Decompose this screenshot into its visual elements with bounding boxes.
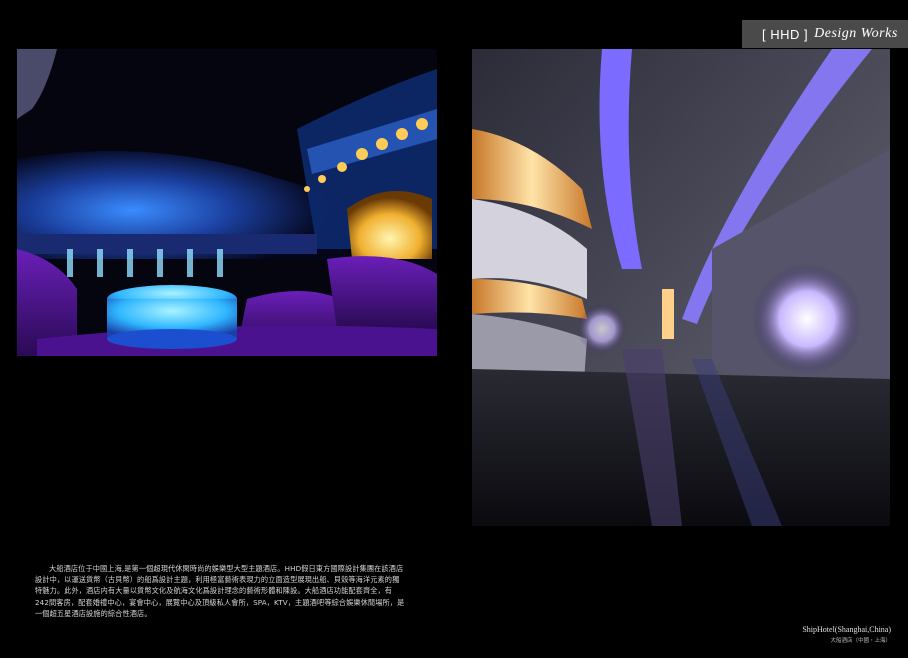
project-caption: ShipHotel(Shanghai,China) 大船酒店（中國・上海） [802,625,891,644]
brand-code: [ HHD ] [762,26,809,42]
bar-interior-photo [17,49,437,356]
corridor-interior-photo [472,49,890,526]
project-description: 大船酒店位于中國上海,是第一個超現代休閑時尚的娛樂型大型主題酒店。HHD假日東方… [35,564,405,618]
brand-script-title: Design Works [814,26,898,41]
brand-tag: [ HHD ] Design Works [742,20,908,48]
caption-english: ShipHotel(Shanghai,China) [802,625,891,634]
caption-chinese: 大船酒店（中國・上海） [830,638,891,644]
